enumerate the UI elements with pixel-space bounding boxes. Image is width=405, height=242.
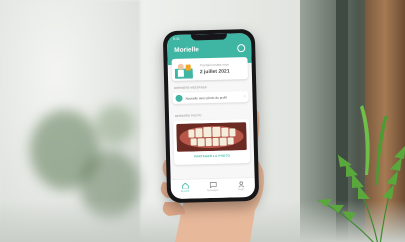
tab-messages-label: Messages bbox=[207, 188, 219, 193]
appointment-date: 2 juillet 2021 bbox=[199, 68, 230, 76]
message-icon bbox=[209, 181, 217, 189]
profile-icon[interactable] bbox=[237, 44, 246, 53]
message-item[interactable]: Nouvelle avec photo du profil › bbox=[172, 91, 249, 104]
home-icon bbox=[181, 182, 189, 189]
phone-screen: 9:41 Morielle Prochain rendez-vous 2 jui… bbox=[166, 32, 256, 200]
app-title: Morielle bbox=[174, 46, 199, 54]
palm-plant bbox=[318, 105, 405, 242]
tab-home-label: Accueil bbox=[180, 189, 190, 193]
messages-section-label: DERNIERS MESSAGES bbox=[174, 85, 207, 90]
user-icon bbox=[237, 181, 244, 188]
appointment-card[interactable]: Prochain rendez-vous 2 juillet 2021 bbox=[171, 57, 249, 82]
appointment-label: Prochain rendez-vous bbox=[199, 62, 229, 68]
share-photo-link[interactable]: PARTAGER LA PHOTO bbox=[174, 153, 250, 159]
tab-bar: Accueil Messages Profil bbox=[170, 176, 256, 200]
avatar bbox=[175, 94, 183, 102]
status-time: 9:41 bbox=[172, 36, 180, 41]
chevron-right-icon: › bbox=[244, 93, 246, 99]
photo-card[interactable]: PARTAGER LA PHOTO bbox=[173, 119, 251, 165]
teeth-photo bbox=[176, 122, 247, 152]
message-text: Nouvelle avec photo du profil bbox=[185, 95, 227, 101]
tab-profile-label: Profil bbox=[238, 188, 244, 192]
doctor-illustration-icon bbox=[174, 63, 193, 79]
phone-notch bbox=[190, 33, 228, 41]
blurred-plant-mid bbox=[95, 105, 135, 145]
photo-section-label: DERNIÈRE PHOTO bbox=[174, 113, 202, 118]
photo-background: 9:41 Morielle Prochain rendez-vous 2 jui… bbox=[0, 0, 405, 242]
smartphone: 9:41 Morielle Prochain rendez-vous 2 jui… bbox=[162, 28, 260, 204]
tab-profile[interactable]: Profil bbox=[229, 181, 253, 192]
tab-home[interactable]: Accueil bbox=[173, 182, 197, 193]
tab-messages[interactable]: Messages bbox=[201, 181, 225, 193]
